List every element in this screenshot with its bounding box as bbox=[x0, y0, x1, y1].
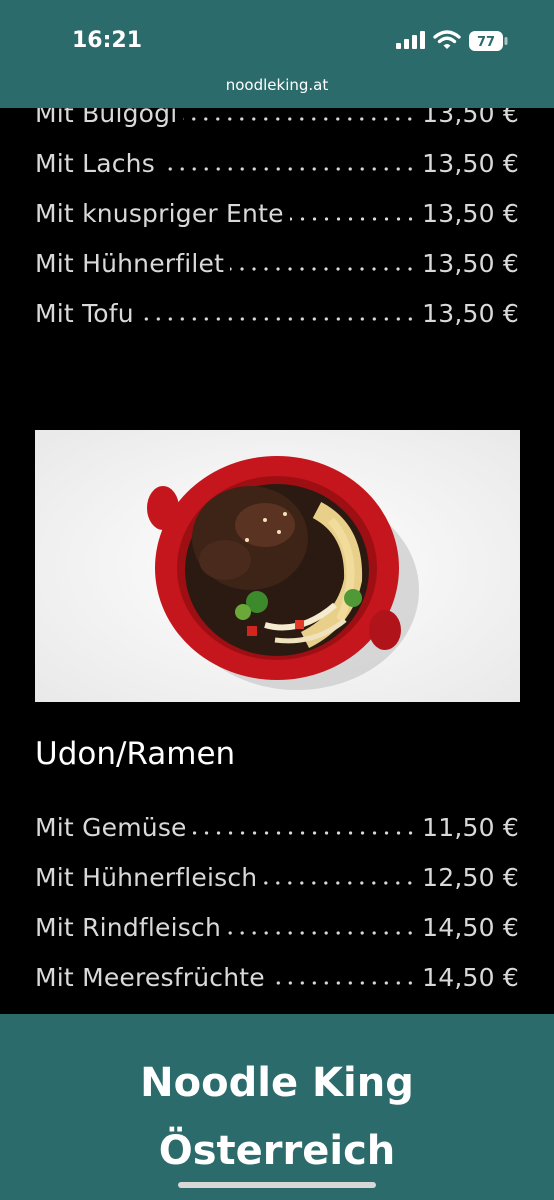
menu-item-name: Mit Gemüse bbox=[35, 813, 187, 842]
menu-item-name: Mit Tofu bbox=[35, 299, 134, 328]
menu-item-price: 13,50 € bbox=[422, 108, 519, 128]
brand-name: Noodle King bbox=[140, 1060, 414, 1106]
menu-item: Mit Hühnerfilet 13,50 € bbox=[35, 244, 519, 278]
menu-item-name: Mit knuspriger Ente bbox=[35, 199, 284, 228]
dot-leader bbox=[160, 167, 417, 171]
menu-item-price: 14,50 € bbox=[422, 963, 519, 992]
brand-country: Österreich bbox=[158, 1128, 396, 1174]
menu-item: Mit Gemüse 11,50 € bbox=[35, 808, 519, 842]
dot-leader bbox=[226, 931, 417, 935]
dot-leader bbox=[139, 317, 417, 321]
dot-leader bbox=[289, 217, 417, 221]
dot-leader bbox=[270, 981, 417, 985]
home-indicator[interactable] bbox=[178, 1182, 376, 1188]
menu-item-price: 12,50 € bbox=[422, 863, 519, 892]
menu-item: Mit Tofu 13,50 € bbox=[35, 294, 519, 328]
menu-item-name: Mit Hühnerfleisch bbox=[35, 863, 258, 892]
menu-item: Mit knuspriger Ente 13,50 € bbox=[35, 194, 519, 228]
noodle-bowl-image bbox=[35, 430, 520, 702]
dot-leader bbox=[230, 267, 417, 271]
dot-leader bbox=[263, 881, 417, 885]
browser-url[interactable]: noodleking.at bbox=[0, 76, 554, 94]
menu-item-price: 13,50 € bbox=[422, 249, 519, 278]
menu-content: Mit Bulgogi 13,50 € Mit Lachs 13,50 € Mi… bbox=[0, 108, 554, 1014]
menu-item-price: 11,50 € bbox=[422, 813, 519, 842]
dish-photo bbox=[35, 430, 520, 702]
menu-item-name: Mit Hühnerfilet bbox=[35, 249, 225, 278]
menu-item-price: 13,50 € bbox=[422, 149, 519, 178]
menu-item-name: Mit Rindfleisch bbox=[35, 913, 221, 942]
wifi-icon bbox=[433, 30, 461, 49]
menu-item: Mit Meeresfrüchte 14,50 € bbox=[35, 958, 519, 992]
menu-item-price: 13,50 € bbox=[422, 199, 519, 228]
menu-item-price: 13,50 € bbox=[422, 299, 519, 328]
menu-item: Mit Rindfleisch 14,50 € bbox=[35, 908, 519, 942]
battery-level: 77 bbox=[477, 35, 495, 50]
dot-leader bbox=[183, 117, 417, 121]
menu-item-price: 14,50 € bbox=[422, 913, 519, 942]
cellular-signal-icon bbox=[396, 31, 425, 49]
section-title: Udon/Ramen bbox=[35, 736, 236, 772]
menu-item: Mit Bulgogi 13,50 € bbox=[35, 108, 519, 128]
menu-item-name: Mit Lachs bbox=[35, 149, 155, 178]
dot-leader bbox=[192, 831, 417, 835]
menu-item: Mit Hühnerfleisch 12,50 € bbox=[35, 858, 519, 892]
menu-item: Mit Lachs 13,50 € bbox=[35, 144, 519, 178]
status-time: 16:21 bbox=[72, 28, 143, 53]
menu-item-name: Mit Bulgogi bbox=[35, 108, 178, 128]
menu-item-name: Mit Meeresfrüchte bbox=[35, 963, 265, 992]
battery-icon: 77 bbox=[469, 31, 508, 51]
